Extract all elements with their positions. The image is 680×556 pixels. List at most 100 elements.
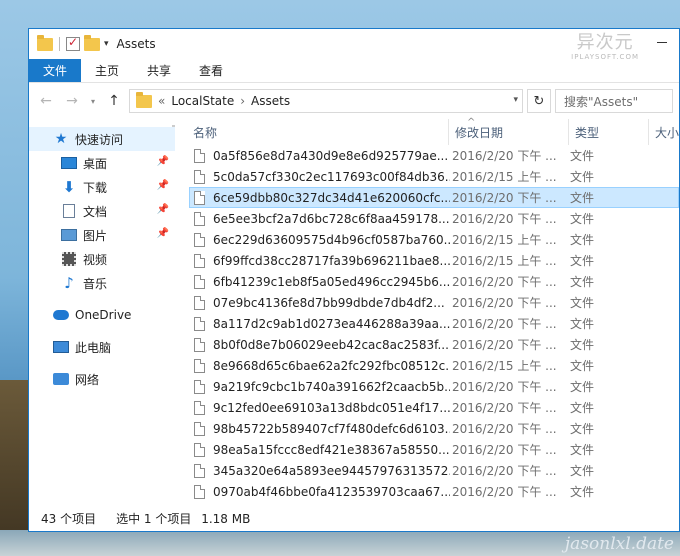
network-icon	[53, 373, 69, 385]
file-icon	[194, 211, 205, 226]
file-name: 8a117d2c9ab1d0273ea446288a39aa...	[213, 316, 450, 331]
file-name: 0a5f856e8d7a430d9e8e6d925779ae...	[213, 148, 449, 163]
breadcrumb-assets[interactable]: Assets	[251, 94, 290, 108]
overflow-crumb[interactable]: «	[158, 94, 165, 108]
table-row[interactable]: 6f99ffcd38cc28717fa39b696211bae8... 2016/…	[189, 250, 679, 271]
file-name-cell: 345a320e64a5893ee94457976313572...	[190, 463, 450, 478]
column-header-row: ^ 名称 修改日期 类型 大小	[175, 117, 679, 145]
table-row[interactable]: 6ce59dbb80c327dc34d41e620060cfc... 2016/2…	[189, 187, 679, 208]
file-type: 文件	[570, 191, 595, 205]
address-bar[interactable]: « LocalState › Assets ▾	[129, 89, 523, 113]
file-type: 文件	[570, 233, 595, 247]
file-date: 2016/2/15 上午 ...	[452, 170, 557, 184]
column-header-name[interactable]: 名称	[175, 119, 449, 145]
table-row[interactable]: 0a5f856e8d7a430d9e8e6d925779ae... 2016/2/…	[189, 145, 679, 166]
file-date: 2016/2/15 上午 ...	[452, 359, 557, 373]
tab-home[interactable]: 主页	[81, 59, 133, 82]
file-type: 文件	[570, 254, 595, 268]
column-header-type[interactable]: 类型	[569, 119, 649, 145]
column-header-size[interactable]: 大小	[649, 119, 679, 145]
sidebar-item-music[interactable]: ♪ 音乐	[29, 271, 175, 295]
table-row[interactable]: 98ea5a15fccc8edf421e38367a58550... 2016/2…	[189, 439, 679, 460]
sidebar-item-documents[interactable]: 文档 📌	[29, 199, 175, 223]
file-type: 文件	[570, 464, 595, 478]
table-row[interactable]: 8e9668d65c6bae62a2fc292fbc08512c... 2016/…	[189, 355, 679, 376]
file-type: 文件	[570, 296, 595, 310]
properties-icon[interactable]	[66, 35, 80, 51]
table-row[interactable]: 8b0f0d8e7b06029eeb42cac8ac2583f... 2016/2…	[189, 334, 679, 355]
content-area: ★ 快速访问 桌面 📌 ⬇ 下载 📌 文档 📌 图片 📌 视频 ♪ 音乐 One…	[29, 117, 679, 505]
table-row[interactable]: 8a117d2c9ab1d0273ea446288a39aa... 2016/2/…	[189, 313, 679, 334]
file-name: 6ec229d63609575d4b96cf0587ba760...	[213, 232, 450, 247]
file-name-cell: 6ce59dbb80c327dc34d41e620060cfc...	[190, 190, 450, 205]
file-type: 文件	[570, 485, 595, 499]
file-icon	[194, 421, 205, 436]
file-icon	[194, 148, 205, 163]
file-date: 2016/2/20 下午 ...	[452, 191, 557, 205]
table-row[interactable]: 6ec229d63609575d4b96cf0587ba760... 2016/2…	[189, 229, 679, 250]
file-type: 文件	[570, 380, 595, 394]
sidebar-item-label: 快速访问	[75, 132, 124, 147]
recent-locations-chevron-icon[interactable]: ▾	[87, 90, 99, 112]
file-date: 2016/2/20 下午 ...	[452, 380, 557, 394]
sidebar-item-pictures[interactable]: 图片 📌	[29, 223, 175, 247]
item-count: 43 个项目	[41, 511, 97, 526]
table-row[interactable]: 9c12fed0ee69103a13d8bdc051e4f17... 2016/2…	[189, 397, 679, 418]
file-icon	[194, 358, 205, 373]
table-row[interactable]: 9a219fc9cbc1b740a391662f2caacb5b... 2016/…	[189, 376, 679, 397]
pin-icon: 📌	[156, 180, 169, 191]
selection-count: 选中 1 个项目	[116, 511, 192, 526]
refresh-button[interactable]: ↻	[527, 89, 551, 113]
forward-button[interactable]: →	[61, 90, 83, 112]
sidebar-item-quick-access[interactable]: ★ 快速访问	[29, 127, 175, 151]
minimize-button[interactable]	[655, 35, 669, 49]
window-title: Assets	[116, 37, 156, 51]
file-type: 文件	[570, 275, 595, 289]
tab-file[interactable]: 文件	[29, 59, 82, 82]
up-button[interactable]: ↑	[103, 90, 125, 112]
customize-toolbar-chevron-icon[interactable]: ▾	[104, 39, 109, 49]
pin-icon: 📌	[156, 156, 169, 167]
address-dropdown-chevron-icon[interactable]: ▾	[513, 95, 518, 105]
sidebar-item-videos[interactable]: 视频	[29, 247, 175, 271]
file-icon	[194, 274, 205, 289]
sidebar-item-network[interactable]: 网络	[29, 367, 175, 391]
table-row[interactable]: 98b45722b589407cf7f480defc6d6103... 2016/…	[189, 418, 679, 439]
new-folder-icon[interactable]	[84, 34, 100, 51]
file-name-cell: 98ea5a15fccc8edf421e38367a58550...	[190, 442, 450, 457]
computer-icon	[53, 341, 69, 353]
title-bar: ▾ Assets 异次元 IPLAYSOFT.COM	[29, 29, 679, 61]
sidebar-item-this-pc[interactable]: 此电脑	[29, 335, 175, 359]
breadcrumb-localstate[interactable]: LocalState	[171, 94, 234, 108]
file-icon	[194, 169, 205, 184]
table-row[interactable]: 5c0da57cf330c2ec117693c00f84db36... 2016/…	[189, 166, 679, 187]
folder-icon	[136, 91, 152, 108]
table-row[interactable]: 6fb41239c1eb8f5a05ed496cc2945b6... 2016/2…	[189, 271, 679, 292]
file-name-cell: 6ec229d63609575d4b96cf0587ba760...	[190, 232, 450, 247]
table-row[interactable]: 345a320e64a5893ee94457976313572... 2016/2…	[189, 460, 679, 481]
sidebar-item-label: 网络	[75, 372, 100, 387]
file-icon	[194, 400, 205, 415]
music-icon: ♪	[64, 274, 74, 292]
sidebar-item-downloads[interactable]: ⬇ 下载 📌	[29, 175, 175, 199]
search-input[interactable]: 搜索"Assets"	[555, 89, 673, 113]
file-type: 文件	[570, 338, 595, 352]
back-button[interactable]: ←	[35, 90, 57, 112]
file-type: 文件	[570, 317, 595, 331]
breadcrumb-separator-icon[interactable]: ›	[240, 94, 245, 108]
sidebar-item-desktop[interactable]: 桌面 📌	[29, 151, 175, 175]
tab-share[interactable]: 共享	[133, 59, 185, 82]
table-row[interactable]: 6e5ee3bcf2a7d6bc728c6f8aa459178... 2016/2…	[189, 208, 679, 229]
tab-view[interactable]: 查看	[185, 59, 237, 82]
sort-ascending-icon: ^	[467, 117, 476, 128]
sidebar-item-label: 桌面	[83, 156, 108, 171]
table-row[interactable]: 07e9bc4136fe8d7bb99dbde7db4df2... 2016/2/…	[189, 292, 679, 313]
file-icon	[194, 379, 205, 394]
file-name: 0970ab4f46bbe0fa4123539703caa67...	[213, 484, 450, 499]
file-name: 8b0f0d8e7b06029eeb42cac8ac2583f...	[213, 337, 449, 352]
table-row[interactable]: 0970ab4f46bbe0fa4123539703caa67... 2016/2…	[189, 481, 679, 502]
quick-access-toolbar: ▾	[37, 34, 109, 51]
file-name: 5c0da57cf330c2ec117693c00f84db36...	[213, 169, 450, 184]
file-name: 6fb41239c1eb8f5a05ed496cc2945b6...	[213, 274, 450, 289]
sidebar-item-onedrive[interactable]: OneDrive	[29, 303, 175, 327]
